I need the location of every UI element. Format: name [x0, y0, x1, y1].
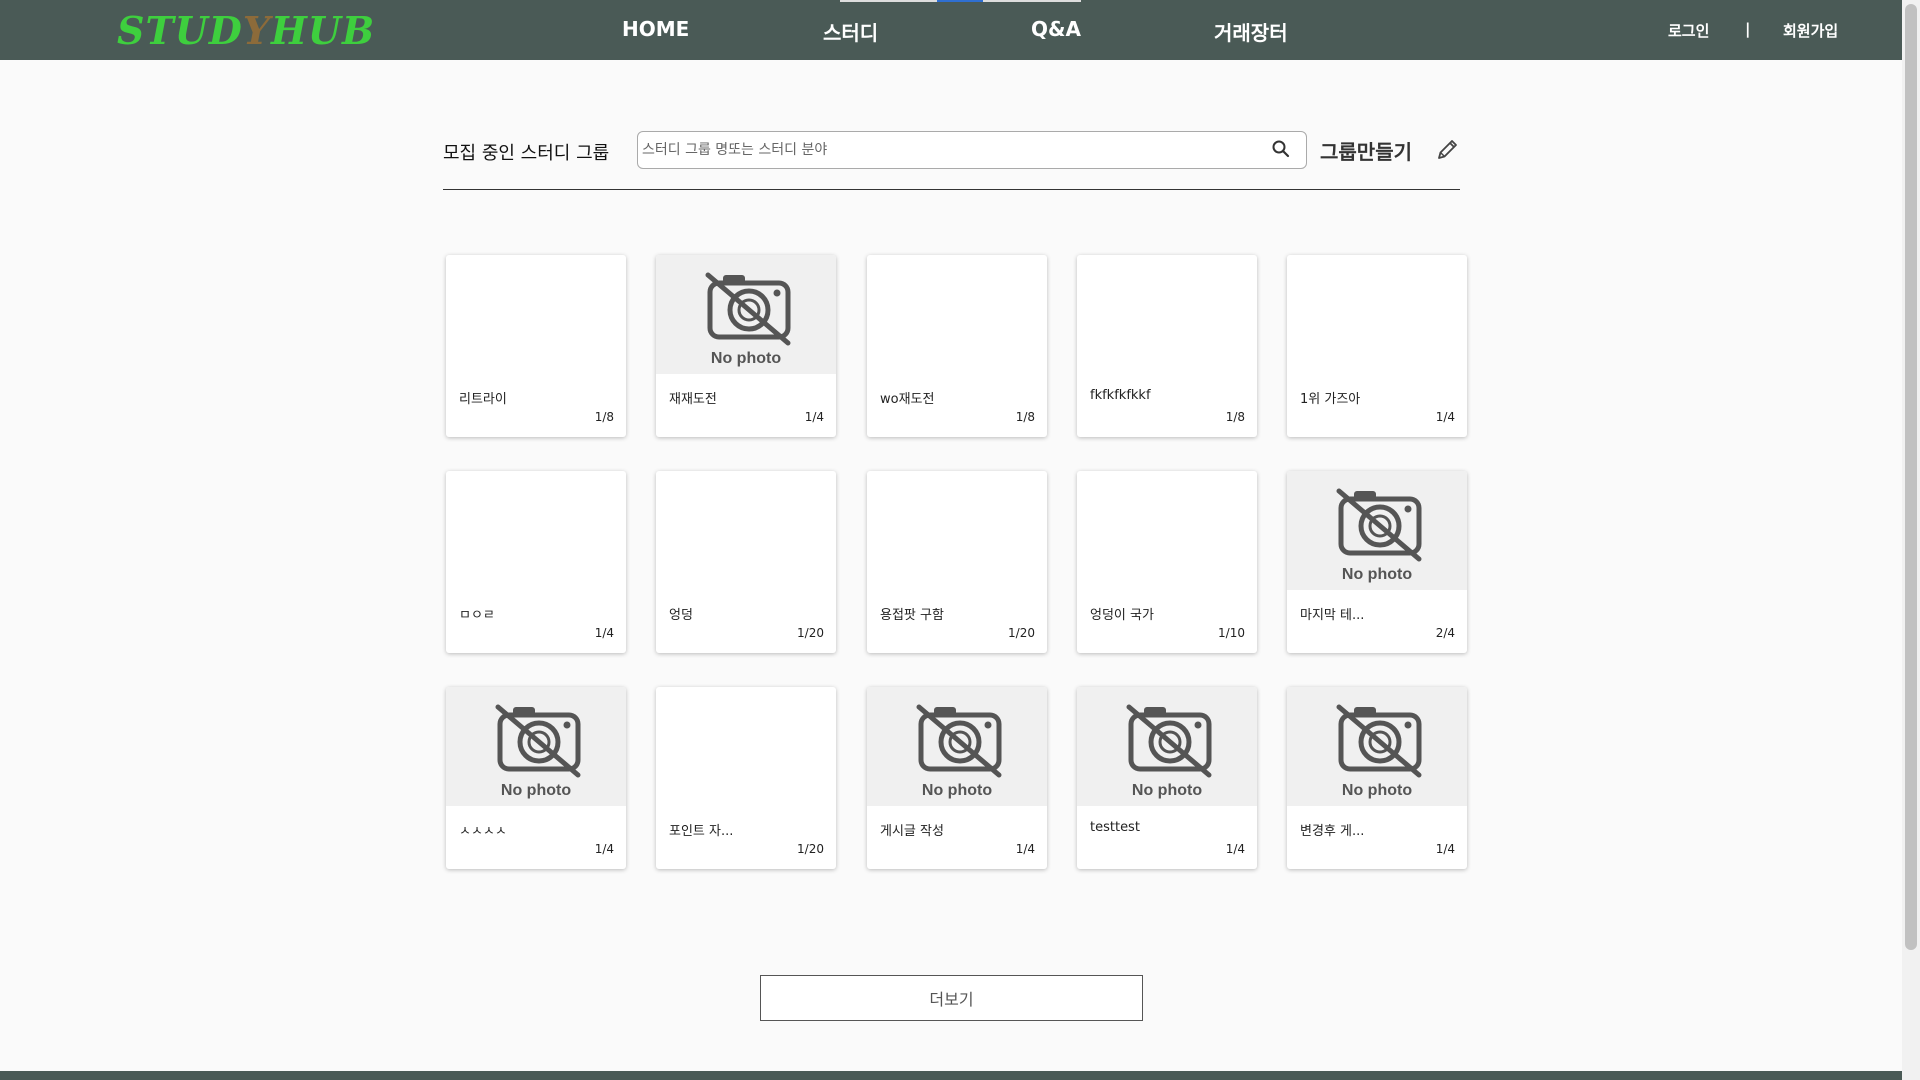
- card-thumbnail: No photo: [867, 687, 1047, 806]
- card-thumbnail: [656, 687, 836, 806]
- card-member-count: 1/4: [1015, 842, 1035, 856]
- study-group-card[interactable]: No photo 마지막 테... 2/4: [1287, 471, 1467, 653]
- nav-indicator-active: [937, 0, 983, 2]
- nav-study[interactable]: 스터디: [823, 17, 878, 46]
- section-divider: [443, 189, 1460, 190]
- no-photo-icon: No photo: [495, 704, 581, 799]
- card-thumbnail: [446, 255, 626, 374]
- card-thumbnail: [867, 255, 1047, 374]
- footer-bar: [0, 1071, 1902, 1080]
- card-member-count: 1/4: [1435, 410, 1455, 424]
- card-thumbnail: No photo: [1287, 471, 1467, 590]
- load-more-button[interactable]: 더보기: [760, 975, 1143, 1021]
- card-thumbnail: [867, 471, 1047, 590]
- no-photo-icon: No photo: [705, 272, 791, 367]
- svg-text:No photo: No photo: [711, 350, 781, 367]
- card-group-name: 리트라이: [459, 392, 507, 407]
- card-thumbnail: [446, 471, 626, 590]
- card-thumbnail: No photo: [1077, 687, 1257, 806]
- svg-text:No photo: No photo: [1342, 566, 1412, 583]
- card-member-count: 1/4: [804, 410, 824, 424]
- top-navbar: STUD Y HUB HOME 스터디 Q&A 거래장터 로그인 | 회원가입: [0, 0, 1902, 60]
- study-group-card[interactable]: No photo testtest 1/4: [1077, 687, 1257, 869]
- card-thumbnail: No photo: [1287, 687, 1467, 806]
- nav-qna[interactable]: Q&A: [1031, 17, 1081, 41]
- card-member-count: 1/4: [1435, 842, 1455, 856]
- create-group-button[interactable]: 그룹만들기: [1320, 136, 1412, 165]
- auth-separator: |: [1745, 20, 1751, 38]
- card-thumbnail: [1077, 255, 1257, 374]
- nav-indicator-left: [840, 0, 937, 2]
- study-group-card[interactable]: No photo 게시글 작성 1/4: [867, 687, 1047, 869]
- card-group-name: fkfkfkfkkf: [1090, 388, 1151, 403]
- card-group-name: 게시글 작성: [880, 824, 944, 839]
- study-group-card[interactable]: wo재도전 1/8: [867, 255, 1047, 437]
- card-member-count: 1/8: [1225, 410, 1245, 424]
- login-link[interactable]: 로그인: [1668, 20, 1709, 41]
- study-group-card[interactable]: 엉덩이 국가 1/10: [1077, 471, 1257, 653]
- svg-text:No photo: No photo: [501, 782, 571, 799]
- no-photo-icon: No photo: [1126, 704, 1212, 799]
- card-group-name: wo재도전: [880, 392, 935, 407]
- search-icon[interactable]: [1269, 138, 1293, 162]
- card-thumbnail: [1077, 471, 1257, 590]
- search-bar: [637, 131, 1307, 169]
- nav-indicator-right: [983, 0, 1081, 2]
- study-group-card[interactable]: 엉덩 1/20: [656, 471, 836, 653]
- card-group-name: ㅁㅇㄹ: [459, 608, 495, 623]
- study-group-card[interactable]: 포인트 자... 1/20: [656, 687, 836, 869]
- study-group-card[interactable]: 1위 가즈아 1/4: [1287, 255, 1467, 437]
- card-group-name: 변경후 게...: [1300, 824, 1365, 839]
- study-group-card[interactable]: ㅁㅇㄹ 1/4: [446, 471, 626, 653]
- study-group-card[interactable]: No photo 재재도전 1/4: [656, 255, 836, 437]
- nav-market[interactable]: 거래장터: [1214, 17, 1288, 46]
- no-photo-icon: No photo: [916, 704, 1002, 799]
- signup-link[interactable]: 회원가입: [1783, 20, 1838, 41]
- card-member-count: 1/4: [594, 842, 614, 856]
- page-title: 모집 중인 스터디 그룹: [443, 143, 610, 164]
- card-member-count: 1/20: [797, 626, 824, 640]
- card-group-name: 용접팟 구함: [880, 608, 944, 623]
- card-member-count: 1/10: [1218, 626, 1245, 640]
- study-group-card[interactable]: 용접팟 구함 1/20: [867, 471, 1047, 653]
- card-member-count: 1/20: [1008, 626, 1035, 640]
- page-scrollbar[interactable]: [1902, 0, 1920, 1080]
- studyhub-logo[interactable]: STUD Y HUB: [117, 8, 375, 53]
- card-member-count: 1/8: [1015, 410, 1035, 424]
- card-thumbnail: No photo: [446, 687, 626, 806]
- card-group-name: 포인트 자...: [669, 824, 734, 839]
- card-group-name: 엉덩이 국가: [1090, 608, 1154, 623]
- card-member-count: 1/4: [594, 626, 614, 640]
- study-group-card[interactable]: No photo ㅅㅅㅅㅅ 1/4: [446, 687, 626, 869]
- svg-text:No photo: No photo: [1132, 782, 1202, 799]
- scrollbar-thumb[interactable]: [1905, 4, 1917, 950]
- card-group-name: 마지막 테...: [1300, 608, 1365, 623]
- card-thumbnail: [1287, 255, 1467, 374]
- card-thumbnail: No photo: [656, 255, 836, 374]
- card-group-name: 엉덩: [669, 608, 693, 623]
- study-group-card[interactable]: No photo 변경후 게... 1/4: [1287, 687, 1467, 869]
- svg-text:No photo: No photo: [1342, 782, 1412, 799]
- card-group-name: testtest: [1090, 820, 1140, 835]
- card-member-count: 1/4: [1225, 842, 1245, 856]
- svg-text:No photo: No photo: [922, 782, 992, 799]
- card-thumbnail: [656, 471, 836, 590]
- card-member-count: 2/4: [1435, 626, 1455, 640]
- search-input[interactable]: [642, 136, 1257, 164]
- card-group-name: ㅅㅅㅅㅅ: [459, 824, 507, 839]
- card-member-count: 1/20: [797, 842, 824, 856]
- no-photo-icon: No photo: [1336, 488, 1422, 583]
- card-group-name: 1위 가즈아: [1300, 392, 1361, 407]
- card-group-name: 재재도전: [669, 392, 717, 407]
- nav-home[interactable]: HOME: [622, 17, 689, 41]
- pencil-icon[interactable]: [1433, 136, 1461, 164]
- study-group-card[interactable]: 리트라이 1/8: [446, 255, 626, 437]
- no-photo-icon: No photo: [1336, 704, 1422, 799]
- card-member-count: 1/8: [594, 410, 614, 424]
- study-group-card[interactable]: fkfkfkfkkf 1/8: [1077, 255, 1257, 437]
